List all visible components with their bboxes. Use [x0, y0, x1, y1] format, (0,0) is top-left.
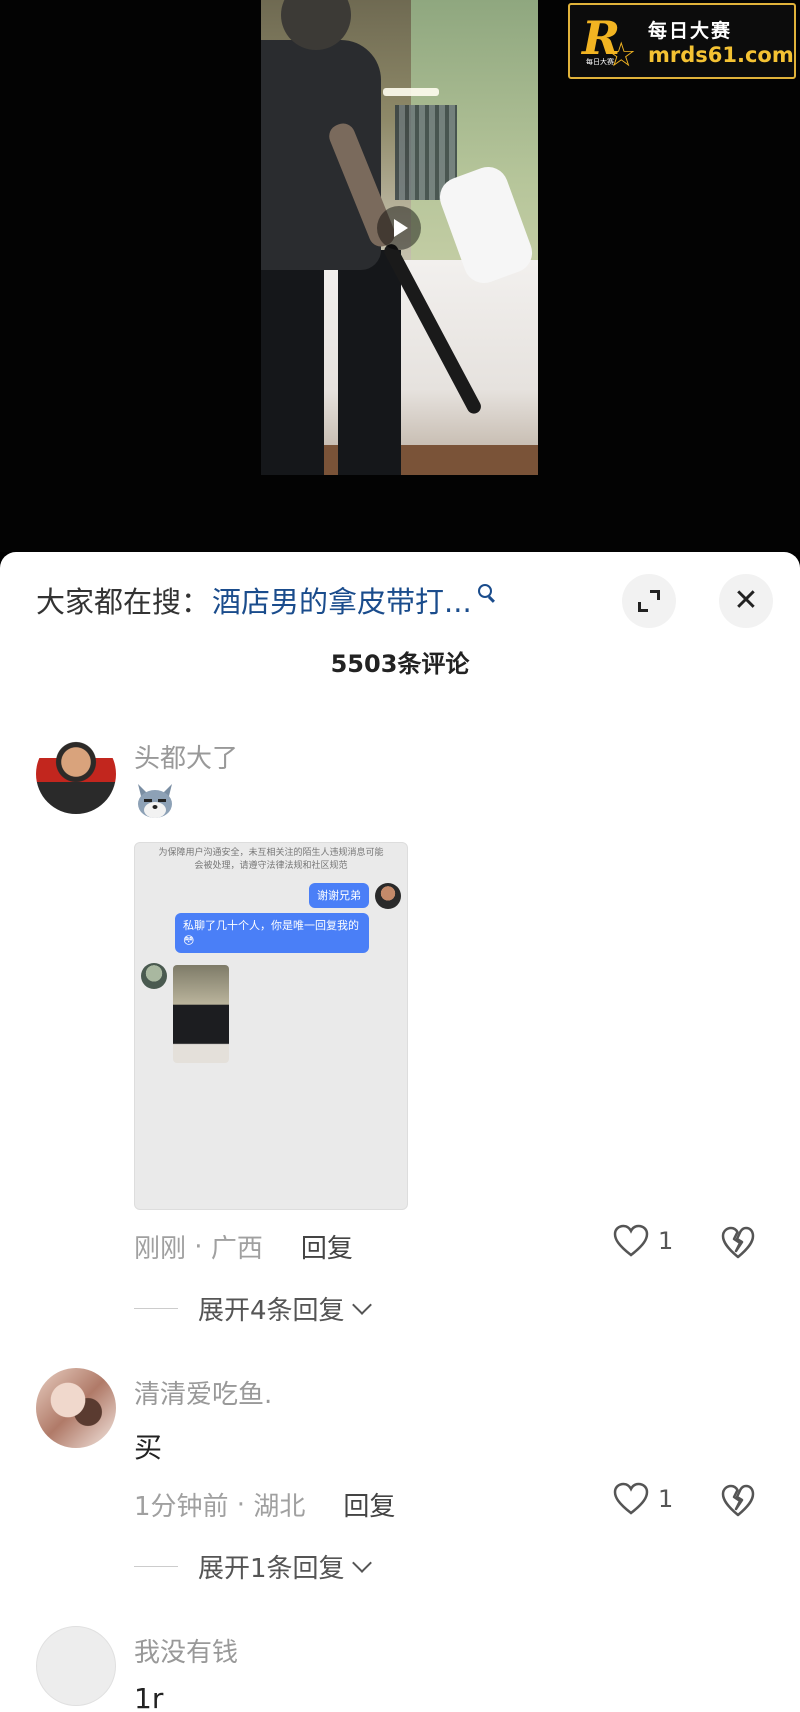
like-button[interactable]: 1	[612, 1482, 673, 1516]
trending-search[interactable]: 大家都在搜： 酒店男的拿皮带打...	[36, 578, 492, 622]
watermark: R ☆ 每日大赛 每日大赛 mrds61.com	[568, 3, 796, 79]
like-count: 1	[658, 1227, 674, 1255]
search-prefix: 大家都在搜：	[36, 585, 211, 619]
avatar[interactable]	[36, 1626, 116, 1706]
divider-line	[134, 1565, 178, 1568]
heart-icon	[613, 1482, 649, 1515]
wolf-face-emoji	[138, 784, 172, 818]
chat-notice: 为保障用户沟通安全，未互相关注的陌生人违规消息可能会被处理，请遵守法律法规和社区…	[158, 848, 384, 871]
comment-location: 广西	[210, 1234, 263, 1264]
close-button[interactable]: ✕	[719, 574, 773, 628]
comment-count: 5503条评论	[330, 650, 470, 678]
comment-panel: 大家都在搜： 酒店男的拿皮带打... ✕ 5503条评论 头都大了 为保障用户沟…	[0, 552, 800, 1712]
comment-time: 刚刚	[134, 1234, 187, 1264]
expand-replies-button[interactable]: 展开1条回复	[134, 1548, 372, 1585]
star-icon: ☆	[606, 35, 637, 75]
expand-replies-label: 展开4条回复	[198, 1296, 345, 1326]
watermark-title: 每日大赛	[648, 19, 733, 42]
video-light	[383, 88, 439, 96]
play-icon	[394, 219, 408, 237]
comment-username[interactable]: 我没有钱	[134, 1632, 238, 1669]
like-count: 1	[658, 1485, 674, 1513]
chat-avatar	[375, 883, 401, 909]
expand-replies-label: 展开1条回复	[198, 1554, 345, 1584]
chevron-down-icon	[351, 1552, 372, 1573]
heart-icon	[613, 1224, 649, 1257]
chevron-down-icon	[351, 1294, 372, 1315]
video-player[interactable]: R ☆ 每日大赛 每日大赛 mrds61.com	[0, 0, 800, 552]
reply-button[interactable]: 回复	[343, 1486, 395, 1523]
comment-username[interactable]: 清清爱吃鱼.	[134, 1374, 272, 1411]
chat-bubble: 私聊了几十个人，你是唯一回复我的😳	[175, 913, 369, 953]
expand-button[interactable]	[622, 574, 676, 628]
divider-line	[134, 1307, 178, 1310]
like-button[interactable]: 1	[612, 1224, 673, 1258]
play-button[interactable]	[377, 206, 421, 250]
comment-meta: 1分钟前 · 湖北 回复	[134, 1486, 395, 1523]
expand-replies-button[interactable]: 展开4条回复	[134, 1290, 372, 1327]
watermark-logo: R ☆ 每日大赛	[578, 9, 642, 75]
video-frame[interactable]	[261, 0, 538, 475]
video-person-legs	[261, 250, 401, 475]
expand-icon	[638, 590, 660, 612]
comment-username[interactable]: 头都大了	[134, 738, 238, 775]
chat-avatar	[141, 963, 167, 989]
broken-heart-icon[interactable]	[720, 1484, 756, 1518]
close-icon: ✕	[733, 583, 759, 618]
comment-text: 买	[134, 1431, 163, 1464]
comment-text: 1r	[134, 1682, 164, 1712]
chat-video-thumbnail	[173, 965, 229, 1063]
search-query-link[interactable]: 酒店男的拿皮带打...	[212, 579, 472, 621]
avatar[interactable]	[36, 734, 116, 814]
watermark-domain: mrds61.com	[648, 42, 794, 67]
broken-heart-icon[interactable]	[720, 1226, 756, 1260]
comment-time: 1分钟前	[134, 1492, 229, 1522]
search-icon[interactable]	[477, 584, 492, 598]
watermark-logo-small: 每日大赛	[586, 58, 614, 66]
avatar[interactable]	[36, 1368, 116, 1448]
comment-meta: 刚刚 · 广西 回复	[134, 1228, 353, 1265]
comment-location: 湖北	[253, 1492, 306, 1522]
comment-image[interactable]: 为保障用户沟通安全，未互相关注的陌生人违规消息可能会被处理，请遵守法律法规和社区…	[134, 842, 408, 1210]
reply-button[interactable]: 回复	[301, 1228, 353, 1265]
chat-bubble: 谢谢兄弟	[309, 883, 369, 908]
